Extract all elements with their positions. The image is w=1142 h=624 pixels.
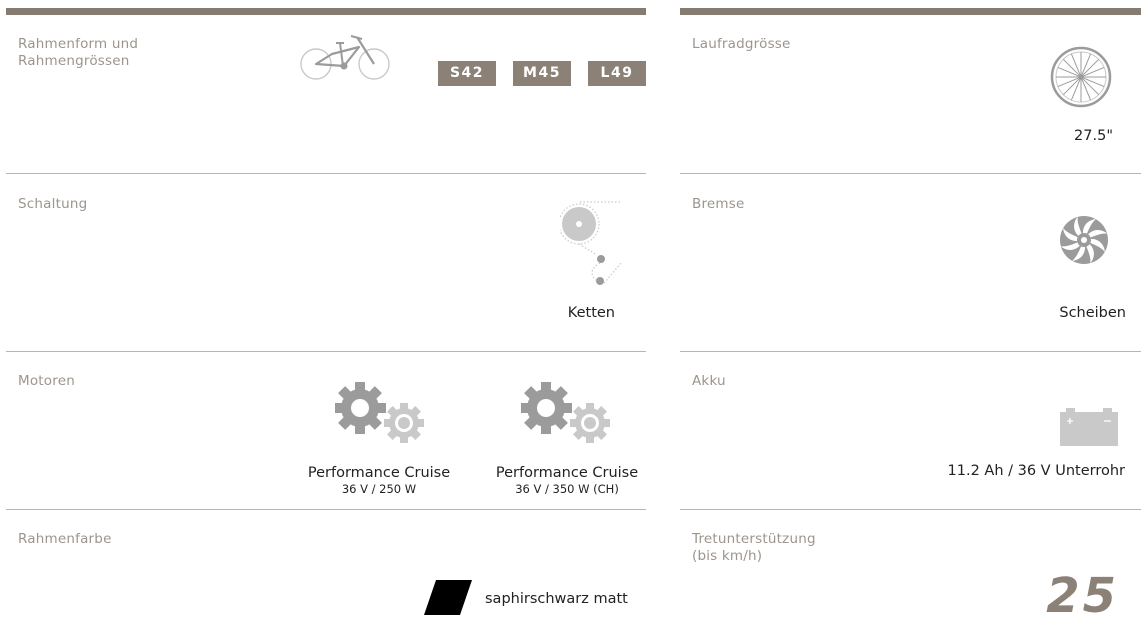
motor-name: Performance Cruise [495, 465, 639, 481]
gear-section: Schaltung Ketten [6, 174, 646, 351]
wheel-section: Laufradgrösse 27.5" [680, 15, 1141, 173]
gear-value: Ketten [567, 305, 615, 321]
gears-icon [521, 382, 610, 443]
assist-value: 25 [1046, 568, 1119, 624]
motor-item: Performance Cruise 36 V / 350 W (CH) [486, 465, 648, 496]
top-bar [6, 8, 646, 15]
color-swatch [424, 580, 472, 615]
size-badge-s: S42 [438, 61, 496, 86]
motors-section: Motoren Performance Cruise 36 V / 250 W … [6, 352, 646, 509]
brake-section: Bremse Scheiben [680, 174, 1141, 351]
size-badge-l: L49 [588, 61, 646, 86]
color-section: Rahmenfarbe saphirschwarz matt [6, 510, 646, 616]
color-value: saphirschwarz matt [485, 591, 628, 607]
brake-disc-icon [1060, 216, 1108, 264]
motor-name: Performance Cruise [307, 465, 451, 481]
brake-label: Bremse [692, 196, 745, 212]
brake-value: Scheiben [1059, 305, 1126, 321]
bike-frame-icon [300, 35, 390, 80]
battery-section: Akku 11.2 Ah / 36 V Unterrohr [680, 352, 1141, 509]
wheel-value: 27.5" [1074, 128, 1113, 144]
chain-drive-icon [560, 201, 623, 285]
battery-value: 11.2 Ah / 36 V Unterrohr [947, 463, 1125, 479]
assist-label: Tretunterstützung (bis km/h) [692, 531, 816, 564]
battery-label: Akku [692, 373, 726, 389]
color-label: Rahmenfarbe [18, 531, 112, 547]
frame-label: Rahmenform und Rahmengrössen [18, 36, 139, 69]
motor-item: Performance Cruise 36 V / 250 W [299, 465, 459, 496]
motor-spec: 36 V / 250 W [341, 482, 417, 496]
gears-icon [335, 382, 424, 443]
battery-icon [1060, 408, 1118, 446]
gear-label: Schaltung [18, 196, 88, 212]
top-bar [680, 8, 1141, 15]
frame-section: Rahmenform und Rahmengrössen S42 M45 L49 [6, 15, 646, 173]
wheel-icon [1050, 46, 1112, 108]
motor-spec: 36 V / 350 W (CH) [515, 482, 619, 496]
size-badge-m: M45 [513, 61, 571, 86]
motors-label: Motoren [18, 373, 75, 389]
wheel-label: Laufradgrösse [692, 36, 791, 52]
assist-section: Tretunterstützung (bis km/h) 25 [680, 510, 1141, 620]
